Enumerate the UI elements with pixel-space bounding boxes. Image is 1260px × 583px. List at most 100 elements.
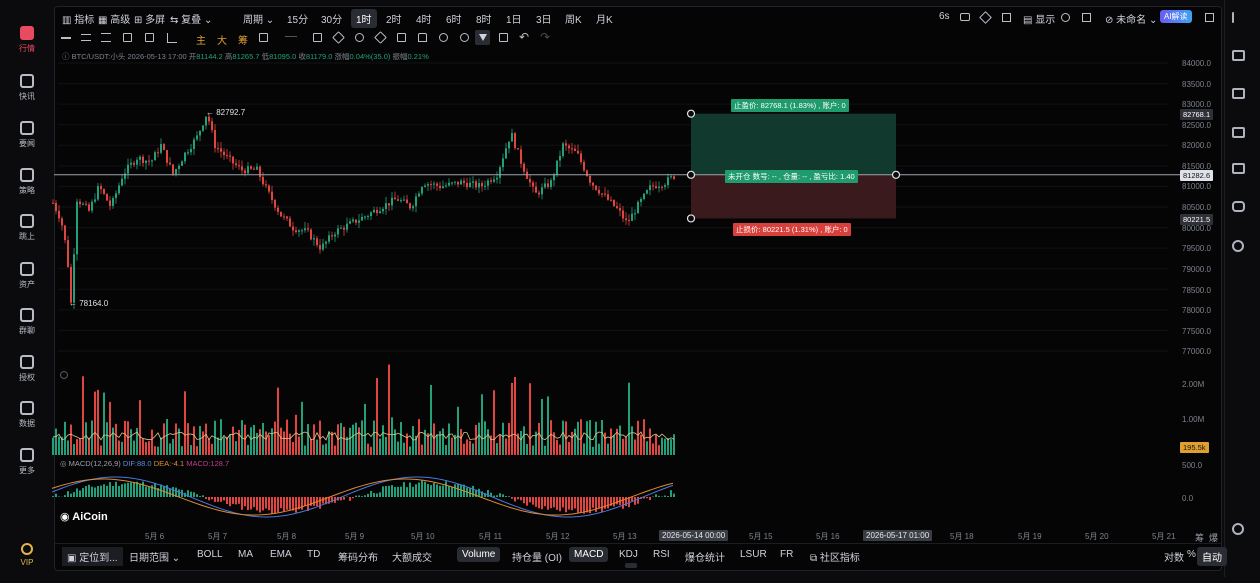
candle-body [205, 117, 207, 126]
macd-bar [97, 486, 99, 497]
eye-icon[interactable]: ◎ [60, 459, 69, 468]
candle-body [250, 166, 252, 168]
candle-body [601, 194, 603, 195]
macd-bar [244, 497, 246, 506]
indicator-large-trades[interactable]: 大额成交 [392, 549, 432, 564]
collapse-handle[interactable] [625, 563, 637, 568]
volume-bar [418, 419, 420, 455]
indicator-chip-distribution[interactable]: 筹码分布 [338, 549, 378, 564]
candle-body [598, 190, 600, 194]
volume-tick: 1.00M [1182, 415, 1204, 424]
candle-body [148, 161, 150, 162]
macd-bar [238, 497, 240, 504]
price-tick: 82500.0 [1182, 121, 1211, 130]
subchart-lsur[interactable]: LSUR [740, 549, 767, 560]
candle-body [478, 183, 480, 187]
candle-body [664, 185, 666, 187]
macd-title: MACD(12,26,9) [69, 459, 121, 468]
stop-loss-label[interactable]: 止损价: 80221.5 (1.31%) , 账户: 0 [733, 223, 851, 236]
candle-body [649, 185, 651, 190]
candle-body [160, 144, 162, 153]
candle-body [454, 182, 456, 183]
subchart-community[interactable]: ⧉ 社区指标 [810, 549, 860, 564]
subchart-volume[interactable]: Volume [457, 547, 500, 562]
candle-body [574, 149, 576, 151]
candle-body [235, 163, 237, 165]
volume-bar [298, 436, 300, 455]
macd-bar [496, 495, 498, 497]
volume-bar [469, 441, 471, 455]
macd-bar [199, 496, 201, 497]
macd-bar [250, 497, 252, 510]
macd-bar [259, 497, 261, 512]
subchart-fr[interactable]: FR [780, 549, 793, 560]
candle-body [301, 230, 303, 231]
candle-body [580, 153, 582, 162]
volume-bar [514, 377, 516, 455]
macd-bar [235, 497, 237, 504]
candle-body [418, 194, 420, 197]
log-scale-toggle[interactable]: 对数 [1164, 549, 1184, 564]
candle-body [373, 210, 375, 212]
volume-bar [556, 440, 558, 455]
candle-body [184, 153, 186, 162]
volume-bar [397, 442, 399, 455]
indicator-ema[interactable]: EMA [270, 549, 292, 560]
candle-body [505, 148, 507, 158]
macd-bar [85, 486, 87, 497]
subchart-open-interest[interactable]: 持仓量 (OI) [512, 549, 562, 564]
volume-bar [373, 421, 375, 455]
candle-body [121, 179, 123, 186]
indicator-td[interactable]: TD [307, 549, 320, 560]
macd-bar [406, 487, 408, 497]
macd-bar [430, 485, 432, 497]
macd-bar [355, 496, 357, 497]
macd-bar [70, 494, 72, 497]
volume-bar [445, 445, 447, 455]
candle-body [637, 202, 639, 213]
percent-scale-toggle[interactable]: % [1187, 549, 1196, 560]
volume-bar [268, 435, 270, 455]
macd-bar [580, 497, 582, 513]
candle-body [211, 121, 213, 130]
macd-bar [67, 491, 69, 497]
macd-bar [217, 497, 219, 502]
macd-bar [388, 486, 390, 497]
subchart-rsi[interactable]: RSI [653, 549, 670, 560]
volume-bar [451, 438, 453, 455]
indicator-ma[interactable]: MA [238, 549, 253, 560]
take-profit-label[interactable]: 止盈价: 82768.1 (1.83%) , 账户: 0 [731, 99, 849, 112]
tp-price-tag: 82768.1 [1180, 109, 1213, 120]
candle-body [313, 238, 315, 239]
indicator-boll[interactable]: BOLL [197, 549, 223, 560]
locate-button[interactable]: ▣ 定位到... [62, 547, 123, 566]
macd-bar [169, 489, 171, 497]
macd-bar [130, 482, 132, 497]
subchart-liquidation[interactable]: 爆仓统计 [685, 549, 725, 564]
date-range-dropdown[interactable]: 日期范围 ⌄ [129, 549, 180, 564]
candle-body [448, 183, 450, 186]
info-icon[interactable] [60, 371, 68, 379]
community-label: 社区指标 [820, 553, 860, 564]
candle-body [607, 194, 609, 200]
candle-body [319, 245, 321, 249]
volume-bar [250, 427, 252, 455]
candle-body [433, 184, 435, 185]
position-label[interactable]: 未开仓 数号: -- , 仓量: -- , 盈亏比: 1.40 [725, 170, 858, 183]
subchart-macd[interactable]: MACD [569, 547, 608, 562]
candle-body [259, 167, 261, 177]
macd-bar [670, 490, 672, 497]
volume-bar [532, 446, 534, 455]
auto-scale-toggle[interactable]: 自动 [1197, 547, 1227, 566]
candle-body [439, 186, 441, 188]
volume-bar [229, 435, 231, 455]
volume-bar [511, 383, 513, 455]
price-tick: 80500.0 [1182, 203, 1211, 212]
volume-bar [355, 423, 357, 455]
macd-bar [412, 487, 414, 497]
candle-body [364, 217, 366, 218]
subchart-kdj[interactable]: KDJ [619, 549, 638, 560]
candle-body [412, 206, 414, 208]
price-chart[interactable] [0, 0, 1260, 577]
candle-body [82, 204, 84, 205]
